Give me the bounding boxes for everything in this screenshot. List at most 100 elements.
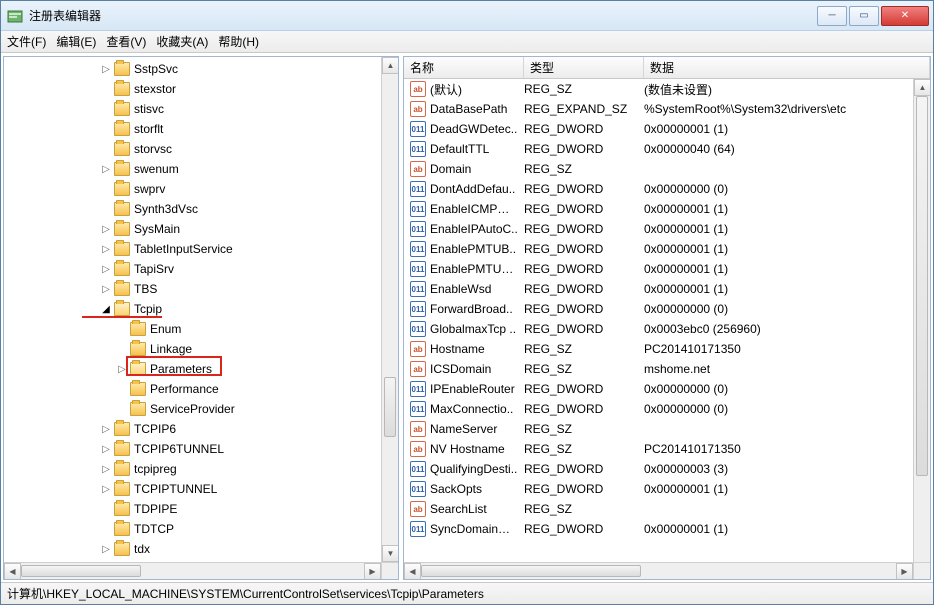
- tree-item[interactable]: Enum: [4, 319, 398, 339]
- list-horizontal-scrollbar[interactable]: ◀ ▶: [404, 562, 913, 579]
- column-data[interactable]: 数据: [644, 57, 930, 78]
- tree-item[interactable]: storvsc: [4, 139, 398, 159]
- menu-file[interactable]: 文件(F): [7, 33, 46, 50]
- expand-icon[interactable]: ▷: [100, 243, 112, 255]
- tree-item[interactable]: TDTCP: [4, 519, 398, 539]
- tree-item[interactable]: TDPIPE: [4, 499, 398, 519]
- expand-icon[interactable]: ▷: [100, 423, 112, 435]
- tree-item[interactable]: ◢Tcpip: [4, 299, 398, 319]
- value-row[interactable]: 011EnableIPAutoC..REG_DWORD0x00000001 (1…: [404, 219, 930, 239]
- expand-icon[interactable]: ▷: [100, 263, 112, 275]
- tree-item[interactable]: ▷SysMain: [4, 219, 398, 239]
- tree-item-label: storvsc: [134, 142, 172, 156]
- value-row[interactable]: 011SyncDomainWi..REG_DWORD0x00000001 (1): [404, 519, 930, 539]
- values-list[interactable]: ab(默认)REG_SZ(数值未设置)abDataBasePathREG_EXP…: [404, 79, 930, 579]
- column-type[interactable]: 类型: [524, 57, 644, 78]
- scroll-right-button[interactable]: ▶: [896, 563, 913, 579]
- tree-item[interactable]: Synth3dVsc: [4, 199, 398, 219]
- expand-icon[interactable]: ▷: [100, 543, 112, 555]
- folder-icon: [114, 442, 130, 456]
- value-name: EnablePMTUDi..: [430, 262, 524, 276]
- value-row[interactable]: 011DeadGWDetec..REG_DWORD0x00000001 (1): [404, 119, 930, 139]
- tree-item[interactable]: ▷TCPIPTUNNEL: [4, 479, 398, 499]
- tree-item[interactable]: Performance: [4, 379, 398, 399]
- scroll-up-button[interactable]: ▲: [914, 79, 930, 96]
- value-row[interactable]: abDomainREG_SZ: [404, 159, 930, 179]
- tree-item[interactable]: ▷tdx: [4, 539, 398, 559]
- window-controls: ─ ▭ ✕: [815, 6, 929, 26]
- value-row[interactable]: abHostnameREG_SZPC201410171350: [404, 339, 930, 359]
- tree-item-label: Enum: [150, 322, 181, 336]
- menu-favorites[interactable]: 收藏夹(A): [156, 33, 208, 50]
- tree-item[interactable]: ServiceProvider: [4, 399, 398, 419]
- titlebar[interactable]: 注册表编辑器 ─ ▭ ✕: [1, 1, 933, 31]
- collapse-icon[interactable]: ◢: [100, 303, 112, 315]
- tree-vertical-scrollbar[interactable]: ▲ ▼: [381, 57, 398, 562]
- tree-item[interactable]: ▷SstpSvc: [4, 59, 398, 79]
- expand-icon[interactable]: ▷: [100, 223, 112, 235]
- tree-item[interactable]: swprv: [4, 179, 398, 199]
- maximize-button[interactable]: ▭: [849, 6, 879, 26]
- value-row[interactable]: 011IPEnableRouterREG_DWORD0x00000000 (0): [404, 379, 930, 399]
- expand-icon[interactable]: ▷: [100, 283, 112, 295]
- scroll-right-button[interactable]: ▶: [364, 563, 381, 579]
- value-row[interactable]: abICSDomainREG_SZmshome.net: [404, 359, 930, 379]
- scroll-thumb[interactable]: [916, 96, 928, 476]
- tree-item[interactable]: ▷swenum: [4, 159, 398, 179]
- menu-view[interactable]: 查看(V): [106, 33, 146, 50]
- expand-icon[interactable]: ▷: [100, 463, 112, 475]
- value-row[interactable]: abNV HostnameREG_SZPC201410171350: [404, 439, 930, 459]
- value-row[interactable]: 011QualifyingDesti..REG_DWORD0x00000003 …: [404, 459, 930, 479]
- value-row[interactable]: 011DontAddDefau..REG_DWORD0x00000000 (0): [404, 179, 930, 199]
- value-row[interactable]: 011EnablePMTUB..REG_DWORD0x00000001 (1): [404, 239, 930, 259]
- scroll-left-button[interactable]: ◀: [4, 563, 21, 579]
- expand-icon[interactable]: ▷: [100, 163, 112, 175]
- tree-item[interactable]: ▷TBS: [4, 279, 398, 299]
- value-row[interactable]: 011ForwardBroad..REG_DWORD0x00000000 (0): [404, 299, 930, 319]
- tree-horizontal-scrollbar[interactable]: ◀ ▶: [4, 562, 381, 579]
- registry-tree[interactable]: ▷SstpSvc stexstor stisvcstorflt storvsc ▷swe…: [4, 57, 398, 579]
- value-row[interactable]: 011EnablePMTUDi..REG_DWORD0x00000001 (1): [404, 259, 930, 279]
- scroll-thumb[interactable]: [421, 565, 641, 577]
- expand-icon[interactable]: ▷: [100, 483, 112, 495]
- tree-item[interactable]: stexstor: [4, 79, 398, 99]
- expand-icon[interactable]: ▷: [100, 443, 112, 455]
- tree-item-label: stexstor: [134, 82, 176, 96]
- value-row[interactable]: abNameServerREG_SZ: [404, 419, 930, 439]
- scroll-thumb[interactable]: [21, 565, 141, 577]
- menubar: 文件(F) 编辑(E) 查看(V) 收藏夹(A) 帮助(H): [1, 31, 933, 53]
- column-name[interactable]: 名称: [404, 57, 524, 78]
- menu-edit[interactable]: 编辑(E): [56, 33, 96, 50]
- value-row[interactable]: 011EnableWsdREG_DWORD0x00000001 (1): [404, 279, 930, 299]
- dword-value-icon: 011: [410, 281, 426, 297]
- value-name: EnableICMPRe..: [430, 202, 524, 216]
- value-row[interactable]: abSearchListREG_SZ: [404, 499, 930, 519]
- value-row[interactable]: 011GlobalmaxTcp ..REG_DWORD0x0003ebc0 (2…: [404, 319, 930, 339]
- value-type: REG_SZ: [524, 342, 644, 356]
- tree-item[interactable]: ▷TCPIP6TUNNEL: [4, 439, 398, 459]
- scroll-down-button[interactable]: ▼: [382, 545, 398, 562]
- value-row[interactable]: 011EnableICMPRe..REG_DWORD0x00000001 (1): [404, 199, 930, 219]
- menu-help[interactable]: 帮助(H): [218, 33, 259, 50]
- tree-item[interactable]: ▷TabletInputService: [4, 239, 398, 259]
- tree-item-label: TDTCP: [134, 522, 174, 536]
- tree-item[interactable]: ▷TapiSrv: [4, 259, 398, 279]
- tree-item[interactable]: ▷tcpipreg: [4, 459, 398, 479]
- dword-value-icon: 011: [410, 261, 426, 277]
- list-vertical-scrollbar[interactable]: ▲ ▼: [913, 79, 930, 579]
- tree-item[interactable]: ▷TCPIP6: [4, 419, 398, 439]
- value-row[interactable]: 011SackOptsREG_DWORD0x00000001 (1): [404, 479, 930, 499]
- value-row[interactable]: ab(默认)REG_SZ(数值未设置): [404, 79, 930, 99]
- expand-icon[interactable]: ▷: [100, 63, 112, 75]
- close-button[interactable]: ✕: [881, 6, 929, 26]
- value-row[interactable]: 011DefaultTTLREG_DWORD0x00000040 (64): [404, 139, 930, 159]
- scroll-thumb[interactable]: [384, 377, 396, 437]
- tree-item[interactable]: storflt: [4, 119, 398, 139]
- tree-item[interactable]: stisvc: [4, 99, 398, 119]
- scroll-up-button[interactable]: ▲: [382, 57, 398, 74]
- expander-placeholder: [116, 343, 128, 355]
- minimize-button[interactable]: ─: [817, 6, 847, 26]
- scroll-left-button[interactable]: ◀: [404, 563, 421, 579]
- value-row[interactable]: 011MaxConnectio..REG_DWORD0x00000000 (0): [404, 399, 930, 419]
- value-row[interactable]: abDataBasePathREG_EXPAND_SZ%SystemRoot%\…: [404, 99, 930, 119]
